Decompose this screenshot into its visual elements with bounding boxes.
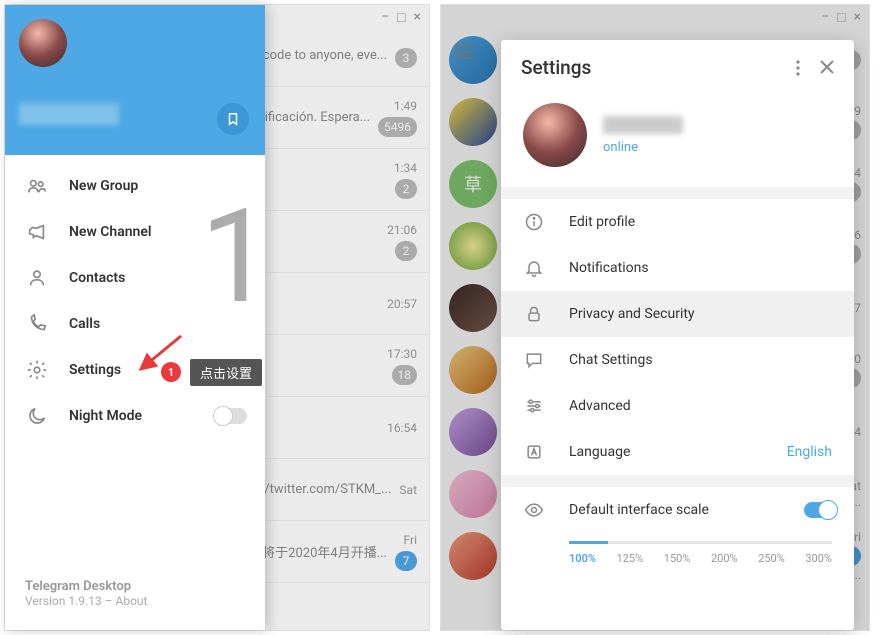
callout-badge-1: 1 (161, 362, 181, 382)
menu-label: Calls (69, 316, 100, 332)
menu-label: Night Mode (69, 408, 142, 424)
scale-option[interactable]: 125% (617, 552, 644, 565)
settings-notifications[interactable]: Notifications (501, 245, 854, 291)
s-label: Language (569, 444, 763, 460)
scale-option[interactable]: 250% (758, 552, 785, 565)
minimize-button[interactable]: − (381, 9, 389, 26)
callout-text-1: 点击设置 (190, 359, 262, 386)
settings-panel: Settings online Edit profile Notificatio… (501, 40, 854, 630)
close-button[interactable]: × (854, 9, 861, 26)
maximize-button[interactable]: □ (397, 9, 405, 26)
right-pane: − □ × 3 1:495496草 1:342 21:062 20:57 17:… (440, 4, 870, 631)
app-name: Telegram Desktop (25, 579, 245, 594)
menu-label: Settings (69, 362, 121, 378)
drawer-header (5, 5, 265, 155)
sliders-icon (523, 396, 545, 416)
scale-slider-row: 100% 125% 150% 200% 250% 300% (501, 533, 854, 579)
s-label: Chat Settings (569, 352, 832, 368)
scale-toggle[interactable] (804, 502, 836, 518)
separator (501, 187, 854, 199)
chat-icon (523, 350, 545, 370)
scale-option[interactable]: 150% (664, 552, 691, 565)
menu-night-mode[interactable]: Night Mode (5, 393, 265, 439)
menu-label: New Group (69, 178, 138, 194)
menu-label: Contacts (69, 270, 125, 286)
eye-icon (523, 500, 545, 520)
drawer-footer: Telegram Desktop Version 1.9.13 – About (5, 563, 265, 630)
lock-icon (523, 304, 545, 324)
close-button[interactable]: × (414, 9, 421, 26)
menu-label: New Channel (69, 224, 152, 240)
menu-contacts[interactable]: Contacts (5, 255, 265, 301)
settings-header: Settings (501, 40, 854, 95)
settings-language[interactable]: Language English (501, 429, 854, 475)
night-mode-toggle[interactable] (215, 408, 247, 424)
s-label: Default interface scale (569, 502, 832, 518)
profile-name-blurred (603, 116, 683, 134)
s-label: Edit profile (569, 214, 832, 230)
kebab-icon[interactable] (796, 60, 800, 76)
minimize-button[interactable]: − (821, 9, 829, 26)
s-label: Notifications (569, 260, 832, 276)
window-controls-right: − □ × (813, 5, 869, 30)
language-icon (523, 442, 545, 462)
saved-messages-button[interactable] (217, 103, 249, 135)
profile-status: online (603, 140, 683, 155)
profile-block[interactable]: online (501, 95, 854, 187)
settings-edit-profile[interactable]: Edit profile (501, 199, 854, 245)
group-icon (25, 175, 49, 197)
phone-icon (25, 313, 49, 335)
window-controls-left: − □ × (373, 5, 429, 30)
separator (501, 475, 854, 487)
settings-avatar (523, 103, 587, 167)
menu-calls[interactable]: Calls (5, 301, 265, 347)
main-menu-drawer: New Group New Channel Contacts Calls Set… (5, 5, 265, 630)
profile-avatar[interactable] (19, 19, 67, 67)
s-label: Advanced (569, 398, 832, 414)
scale-slider[interactable] (569, 541, 832, 544)
settings-title: Settings (521, 56, 591, 79)
left-pane: − □ × code to anyone, eve... 3rificación… (4, 4, 430, 631)
language-value: English (787, 444, 832, 460)
close-icon[interactable] (820, 60, 834, 76)
menu-new-channel[interactable]: New Channel (5, 209, 265, 255)
scale-option[interactable]: 100% (569, 552, 596, 565)
settings-advanced[interactable]: Advanced (501, 383, 854, 429)
gear-icon (25, 359, 49, 381)
megaphone-icon (25, 221, 49, 243)
person-icon (25, 267, 49, 289)
username-blurred (19, 103, 119, 125)
moon-icon (25, 405, 49, 427)
settings-chat-settings[interactable]: Chat Settings (501, 337, 854, 383)
settings-interface-scale[interactable]: Default interface scale (501, 487, 854, 533)
scale-option[interactable]: 200% (711, 552, 738, 565)
app-version[interactable]: Version 1.9.13 – About (25, 594, 245, 608)
scale-option[interactable]: 300% (805, 552, 832, 565)
info-icon (523, 212, 545, 232)
maximize-button[interactable]: □ (837, 9, 845, 26)
menu-new-group[interactable]: New Group (5, 163, 265, 209)
bell-icon (523, 258, 545, 278)
s-label: Privacy and Security (569, 306, 832, 322)
settings-privacy-security[interactable]: Privacy and Security (501, 291, 854, 337)
